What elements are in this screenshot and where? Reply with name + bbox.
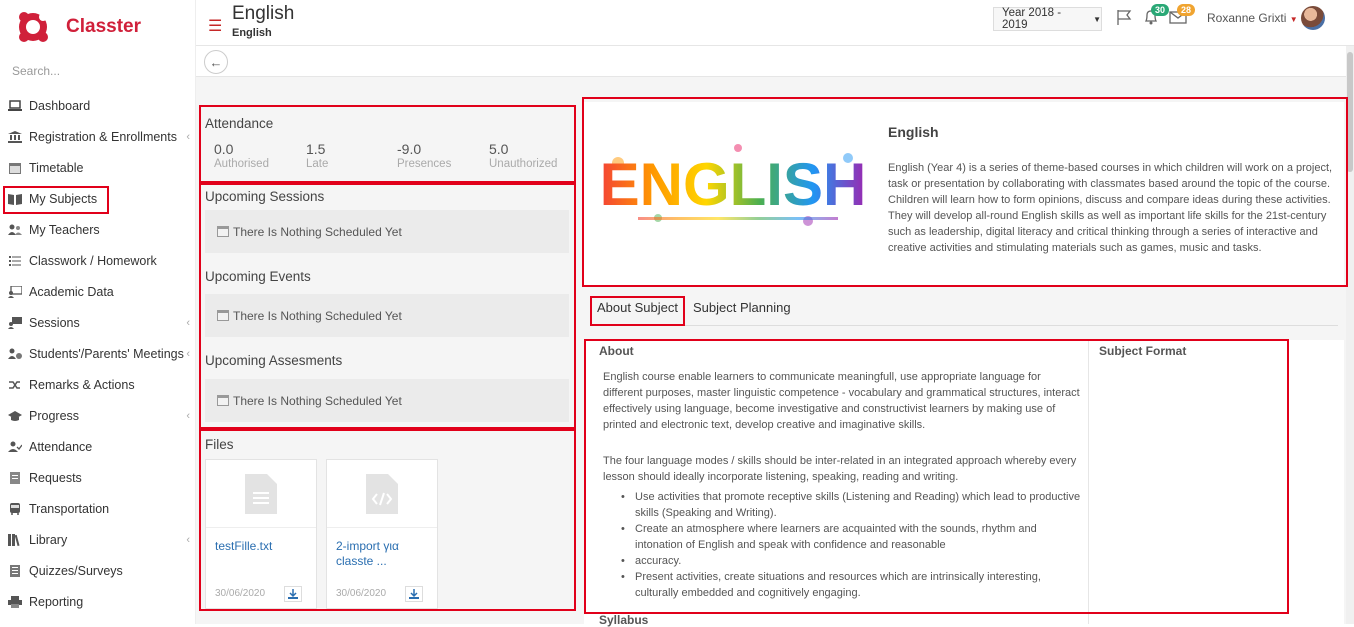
graduation-cap-icon <box>8 410 22 422</box>
chevron-left-icon: ‹ <box>186 130 190 143</box>
sidebar-item-label: Attendance <box>29 439 93 454</box>
hamburger-menu-icon[interactable]: ☰ <box>208 16 222 36</box>
chalkboard-icon <box>8 285 22 298</box>
messages-badge: 28 <box>1177 4 1196 16</box>
chevron-left-icon: ‹ <box>186 533 190 546</box>
sidebar-item-classwork[interactable]: Classwork / Homework <box>0 245 196 276</box>
sidebar-item-remarks[interactable]: Remarks & Actions <box>0 369 196 400</box>
sidebar-item-label: Classwork / Homework <box>29 253 157 268</box>
sidebar-item-label: Academic Data <box>29 284 114 299</box>
toolbar: ← <box>196 46 1354 77</box>
chevron-left-icon: ‹ <box>186 409 190 422</box>
shuffle-icon <box>8 379 22 391</box>
quiz-icon <box>8 564 22 577</box>
highlight-my-subjects <box>3 186 109 214</box>
laptop-icon <box>8 99 22 112</box>
bus-icon <box>8 502 22 515</box>
caret-down-icon: ▼ <box>1289 15 1298 24</box>
highlight-about-tab <box>590 296 685 326</box>
sidebar-item-label: Library <box>29 532 68 547</box>
chevron-left-icon: ‹ <box>186 347 190 360</box>
chevron-down-icon: ▼ <box>1093 14 1101 24</box>
app-name: Classter <box>66 16 141 37</box>
avatar[interactable] <box>1301 6 1325 30</box>
sidebar-item-library[interactable]: Library ‹ <box>0 524 196 555</box>
user-menu[interactable]: Roxanne Grixti ▼ <box>1207 11 1298 25</box>
sidebar-item-label: Progress <box>29 408 80 423</box>
sidebar-item-label: Sessions <box>29 315 80 330</box>
sidebar-item-label: Quizzes/Surveys <box>29 563 123 578</box>
sidebar-item-label: Dashboard <box>29 98 91 113</box>
users-icon <box>8 224 22 236</box>
user-name: Roxanne Grixti <box>1207 11 1287 25</box>
sidebar: Classter Search... Dashboard Registratio… <box>0 0 196 624</box>
sidebar-item-academic-data[interactable]: Academic Data <box>0 276 196 307</box>
sidebar-item-requests[interactable]: Requests <box>0 462 196 493</box>
sidebar-item-label: My Teachers <box>29 222 100 237</box>
library-icon <box>8 533 22 546</box>
subject-tabs: About Subject Subject Planning <box>590 296 1338 326</box>
app-logo[interactable]: Classter <box>16 8 141 46</box>
list-icon <box>8 255 22 267</box>
sidebar-item-dashboard[interactable]: Dashboard <box>0 90 196 121</box>
search-input[interactable]: Search... <box>12 64 60 78</box>
document-icon <box>8 471 22 484</box>
year-select-value: Year 2018 - 2019 <box>1002 7 1062 31</box>
chevron-left-icon: ‹ <box>186 316 190 329</box>
notifications-badge: 30 <box>1151 4 1170 16</box>
back-button[interactable]: ← <box>204 50 228 74</box>
highlight-attendance <box>199 105 576 183</box>
sidebar-item-transportation[interactable]: Transportation <box>0 493 196 524</box>
bank-icon <box>8 130 22 143</box>
page-subtitle: English <box>232 27 272 39</box>
sidebar-item-label: Requests <box>29 470 82 485</box>
arrow-left-icon: ← <box>209 54 223 70</box>
sidebar-item-registration[interactable]: Registration & Enrollments ‹ <box>0 121 196 152</box>
sidebar-item-quizzes[interactable]: Quizzes/Surveys <box>0 555 196 586</box>
sidebar-item-progress[interactable]: Progress ‹ <box>0 400 196 431</box>
sidebar-item-label: Timetable <box>29 160 84 175</box>
highlight-files <box>199 429 576 611</box>
classter-logo-icon <box>19 12 48 42</box>
highlight-upcoming <box>199 183 576 429</box>
flag-icon[interactable] <box>1116 9 1132 25</box>
sidebar-item-label: Reporting <box>29 594 84 609</box>
sidebar-item-reporting[interactable]: Reporting <box>0 586 196 617</box>
sidebar-item-sessions[interactable]: Sessions ‹ <box>0 307 196 338</box>
sidebar-nav: Dashboard Registration & Enrollments ‹ T… <box>0 90 196 617</box>
top-bar: ☰ English English Year 2018 - 2019 ▼ 30 … <box>196 0 1354 46</box>
sidebar-item-meetings[interactable]: Students'/Parents' Meetings ‹ <box>0 338 196 369</box>
user-check-icon <box>8 441 22 453</box>
syllabus-heading: Syllabus <box>599 613 649 627</box>
sidebar-item-label: Students'/Parents' Meetings <box>29 346 184 361</box>
sidebar-item-timetable[interactable]: Timetable <box>0 152 196 183</box>
meeting-icon <box>8 348 22 360</box>
sidebar-item-label: Registration & Enrollments <box>29 129 177 144</box>
sessions-icon <box>8 316 22 329</box>
printer-icon <box>8 595 22 608</box>
tab-subject-planning[interactable]: Subject Planning <box>693 300 791 315</box>
calendar-icon <box>8 162 22 174</box>
sidebar-item-my-teachers[interactable]: My Teachers <box>0 214 196 245</box>
page-title: English <box>232 3 295 24</box>
year-select[interactable]: Year 2018 - 2019 ▼ <box>993 7 1102 31</box>
highlight-about-section <box>584 339 1289 614</box>
sidebar-item-attendance[interactable]: Attendance <box>0 431 196 462</box>
sidebar-item-label: Remarks & Actions <box>29 377 135 392</box>
sidebar-item-label: Transportation <box>29 501 110 516</box>
main-area: ☰ English English Year 2018 - 2019 ▼ 30 … <box>196 0 1354 627</box>
highlight-subject-info <box>582 97 1348 287</box>
